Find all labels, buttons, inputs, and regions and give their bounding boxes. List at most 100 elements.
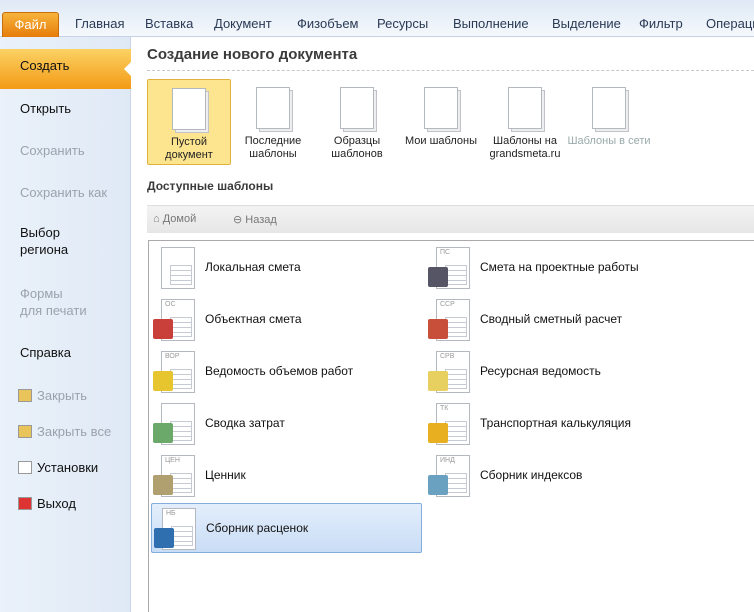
template-category-1[interactable]: Последние шаблоны <box>231 79 315 165</box>
ribbon-tabs: Файл Главная Вставка Документ Физобъем Ресурс… <box>0 0 754 37</box>
table-grid <box>445 473 467 493</box>
sidebar-item-6[interactable]: Справка <box>20 344 71 361</box>
tab-3[interactable]: Документ <box>202 12 284 37</box>
back-button[interactable]: ⊖ Назад <box>233 213 277 226</box>
tab-2[interactable]: Вставка <box>133 12 205 37</box>
folders-icon <box>18 425 32 438</box>
template-item-label: Сборник индексов <box>480 468 583 482</box>
template-item[interactable]: СРВ Ресурсная ведомость <box>426 347 697 397</box>
template-category-label: Пустой документ <box>165 136 213 161</box>
template-overlay-icon <box>428 475 448 495</box>
template-category-label: Образцы шаблонов <box>331 135 383 160</box>
sidebar-item-label: Справка <box>20 345 71 360</box>
sidebar-item-8[interactable]: Закрыть все <box>18 423 111 440</box>
exit-icon <box>18 497 32 510</box>
template-item-label: Сводный сметный расчет <box>480 312 623 326</box>
sidebar-item-label: Создать <box>20 58 70 73</box>
template-category-3[interactable]: Мои шаблоны <box>399 79 483 165</box>
table-grid <box>170 317 192 337</box>
sidebar-item-3[interactable]: Сохранить как <box>20 184 107 201</box>
template-item[interactable]: Сводка затрат <box>151 399 422 449</box>
template-item-label: Объектная смета <box>205 312 302 326</box>
template-item-label: Ресурсная ведомость <box>480 364 601 378</box>
tab-1[interactable]: Главная <box>63 12 136 37</box>
template-item-label: Транспортная калькуляция <box>480 416 631 430</box>
sidebar-item-10[interactable]: Выход <box>18 495 76 512</box>
template-item[interactable]: ОС Объектная смета <box>151 295 422 345</box>
template-code: ВОР <box>165 353 180 360</box>
template-item[interactable]: ССР Сводный сметный расчет <box>426 295 697 345</box>
table-grid <box>170 369 192 389</box>
template-category-2[interactable]: Образцы шаблонов <box>315 79 399 165</box>
template-item[interactable]: ЦЕН Ценник <box>151 451 422 501</box>
tab-6[interactable]: Выполнение <box>441 12 541 37</box>
sidebar-item-label: Сохранить как <box>20 185 108 200</box>
template-category-label: Последние шаблоны <box>244 135 302 160</box>
table-grid <box>170 265 192 285</box>
template-category-label: Мои шаблоны <box>405 135 477 147</box>
sidebar-item-label: Выход <box>37 496 76 511</box>
template-overlay-icon <box>154 528 174 548</box>
available-templates-title: Доступные шаблоны <box>147 179 274 193</box>
template-item[interactable]: ПС Смета на проектные работы <box>426 243 697 293</box>
divider <box>147 70 754 71</box>
sidebar-item-2[interactable]: Сохранить <box>20 142 85 159</box>
template-overlay-icon <box>153 319 173 339</box>
sample-computer-icon <box>340 87 374 129</box>
sidebar-item-label: Формы для печати <box>20 286 87 318</box>
table-grid <box>171 526 193 546</box>
template-code: ТК <box>440 405 449 412</box>
sidebar-item-label: Закрыть все <box>37 424 112 439</box>
template-overlay-icon <box>153 475 173 495</box>
tab-8[interactable]: Фильтр <box>627 12 695 37</box>
template-category-4[interactable]: Шаблоны на grandsmeta.ru <box>483 79 567 165</box>
main-panel: Создание нового документа Пустой докумен… <box>131 37 754 612</box>
template-category-label: Шаблоны на grandsmeta.ru <box>489 135 561 160</box>
template-item-label: Смета на проектные работы <box>480 260 639 274</box>
template-category-label: Шаблоны в сети <box>567 135 651 147</box>
tab-0[interactable]: Файл <box>2 12 59 37</box>
tab-5[interactable]: Ресурсы <box>365 12 440 37</box>
template-category-0[interactable]: Пустой документ <box>147 79 231 165</box>
template-item[interactable]: НБ Сборник расценок <box>151 503 422 553</box>
tab-4[interactable]: Физобъем <box>285 12 371 37</box>
template-code: ССР <box>440 301 455 308</box>
sidebar-item-4[interactable]: Выбор региона <box>20 224 68 258</box>
home-button[interactable]: ⌂ Домой <box>153 213 196 225</box>
template-item-label: Ценник <box>205 468 246 482</box>
sidebar-item-7[interactable]: Закрыть <box>18 387 87 404</box>
template-code: НБ <box>166 510 176 517</box>
table-grid <box>445 369 467 389</box>
sidebar-item-5[interactable]: Формы для печати <box>20 285 87 319</box>
sidebar-item-9[interactable]: Установки <box>18 459 98 476</box>
home-label: Домой <box>162 213 197 225</box>
tab-7[interactable]: Выделение <box>540 12 633 37</box>
table-grid <box>445 265 467 285</box>
template-overlay-icon <box>428 267 448 287</box>
template-item[interactable]: ТК Транспортная калькуляция <box>426 399 697 449</box>
user-icon <box>424 87 458 129</box>
web-icon <box>508 87 542 129</box>
network-folder-icon <box>592 87 626 129</box>
template-category-5[interactable]: Шаблоны в сети <box>567 79 651 165</box>
settings-icon <box>18 461 32 474</box>
document-template-icon <box>161 247 195 289</box>
template-item-label: Сводка затрат <box>205 416 285 430</box>
template-code: ИНД <box>440 457 455 464</box>
template-list: Локальная смета ПС Смета на проектные рабо… <box>148 240 754 612</box>
template-code: СРВ <box>440 353 455 360</box>
template-overlay-icon <box>428 319 448 339</box>
backstage-sidebar: Создать Открыть Сохранить Сохранить как Выбо… <box>0 37 131 612</box>
sidebar-item-1[interactable]: Открыть <box>20 100 71 117</box>
template-overlay-icon <box>153 423 173 443</box>
template-item[interactable]: Локальная смета <box>151 243 422 293</box>
template-code: ОС <box>165 301 176 308</box>
table-grid <box>445 421 467 441</box>
template-item[interactable]: ВОР Ведомость объемов работ <box>151 347 422 397</box>
template-item[interactable]: ИНД Сборник индексов <box>426 451 697 501</box>
template-overlay-icon <box>153 371 173 391</box>
sidebar-item-0[interactable]: Создать <box>0 49 131 89</box>
tab-9[interactable]: Операции <box>694 12 754 37</box>
template-code: ЦЕН <box>165 457 180 464</box>
template-overlay-icon <box>428 423 448 443</box>
